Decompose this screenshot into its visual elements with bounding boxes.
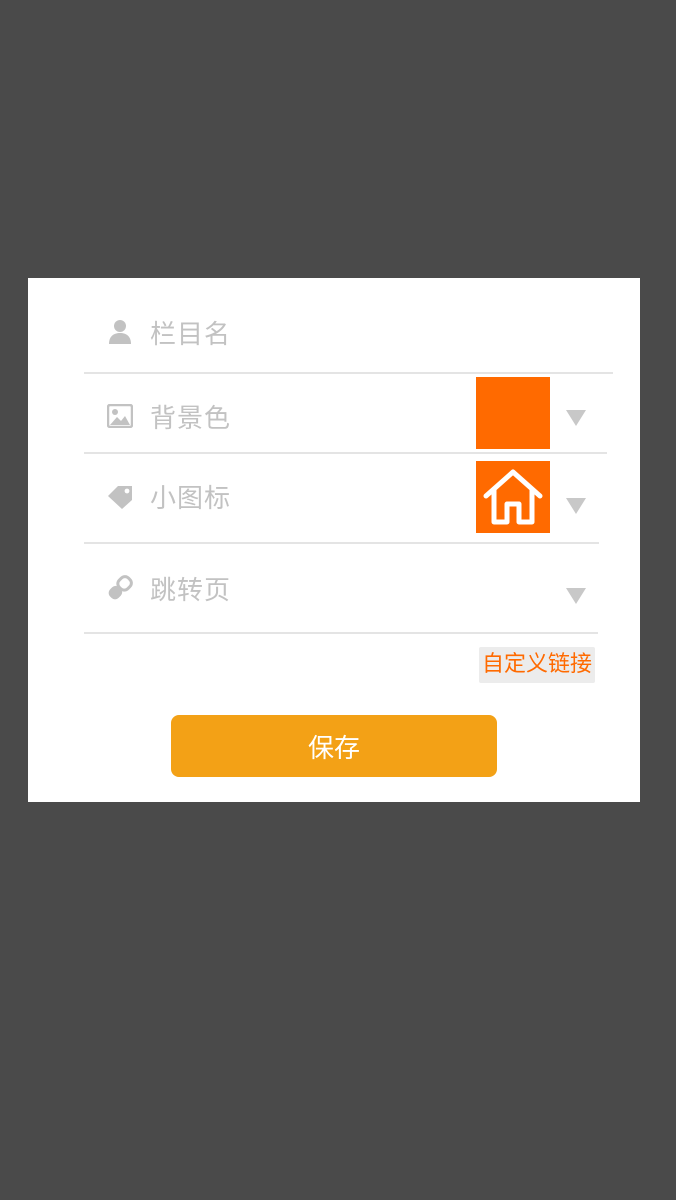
user-icon (106, 318, 134, 346)
icon-label: 小图标 (150, 484, 232, 514)
link-icon (106, 574, 134, 602)
custom-link-button[interactable]: 自定义链接 (479, 647, 596, 683)
target-page-label: 跳转页 (150, 576, 232, 606)
image-icon (106, 402, 134, 430)
selected-icon-preview[interactable] (476, 461, 550, 533)
column-name-placeholder: 栏目名 (150, 320, 232, 350)
background-color-label: 背景色 (150, 404, 232, 434)
color-swatch[interactable] (476, 377, 550, 449)
save-button[interactable]: 保存 (171, 715, 497, 777)
tag-icon (106, 482, 134, 510)
caret-down-icon[interactable] (566, 498, 586, 514)
caret-down-icon[interactable] (566, 588, 586, 604)
target-page-select[interactable]: 跳转页 (84, 546, 598, 634)
background-color-select[interactable]: 背景色 (84, 374, 607, 454)
icon-select[interactable]: 小图标 (84, 456, 599, 544)
home-icon (483, 469, 543, 525)
caret-down-icon[interactable] (566, 410, 586, 426)
column-name-field[interactable]: 栏目名 (84, 292, 613, 374)
edit-column-dialog: 栏目名 背景色 小图标 跳转页 自定义链接 保存 (28, 278, 640, 802)
